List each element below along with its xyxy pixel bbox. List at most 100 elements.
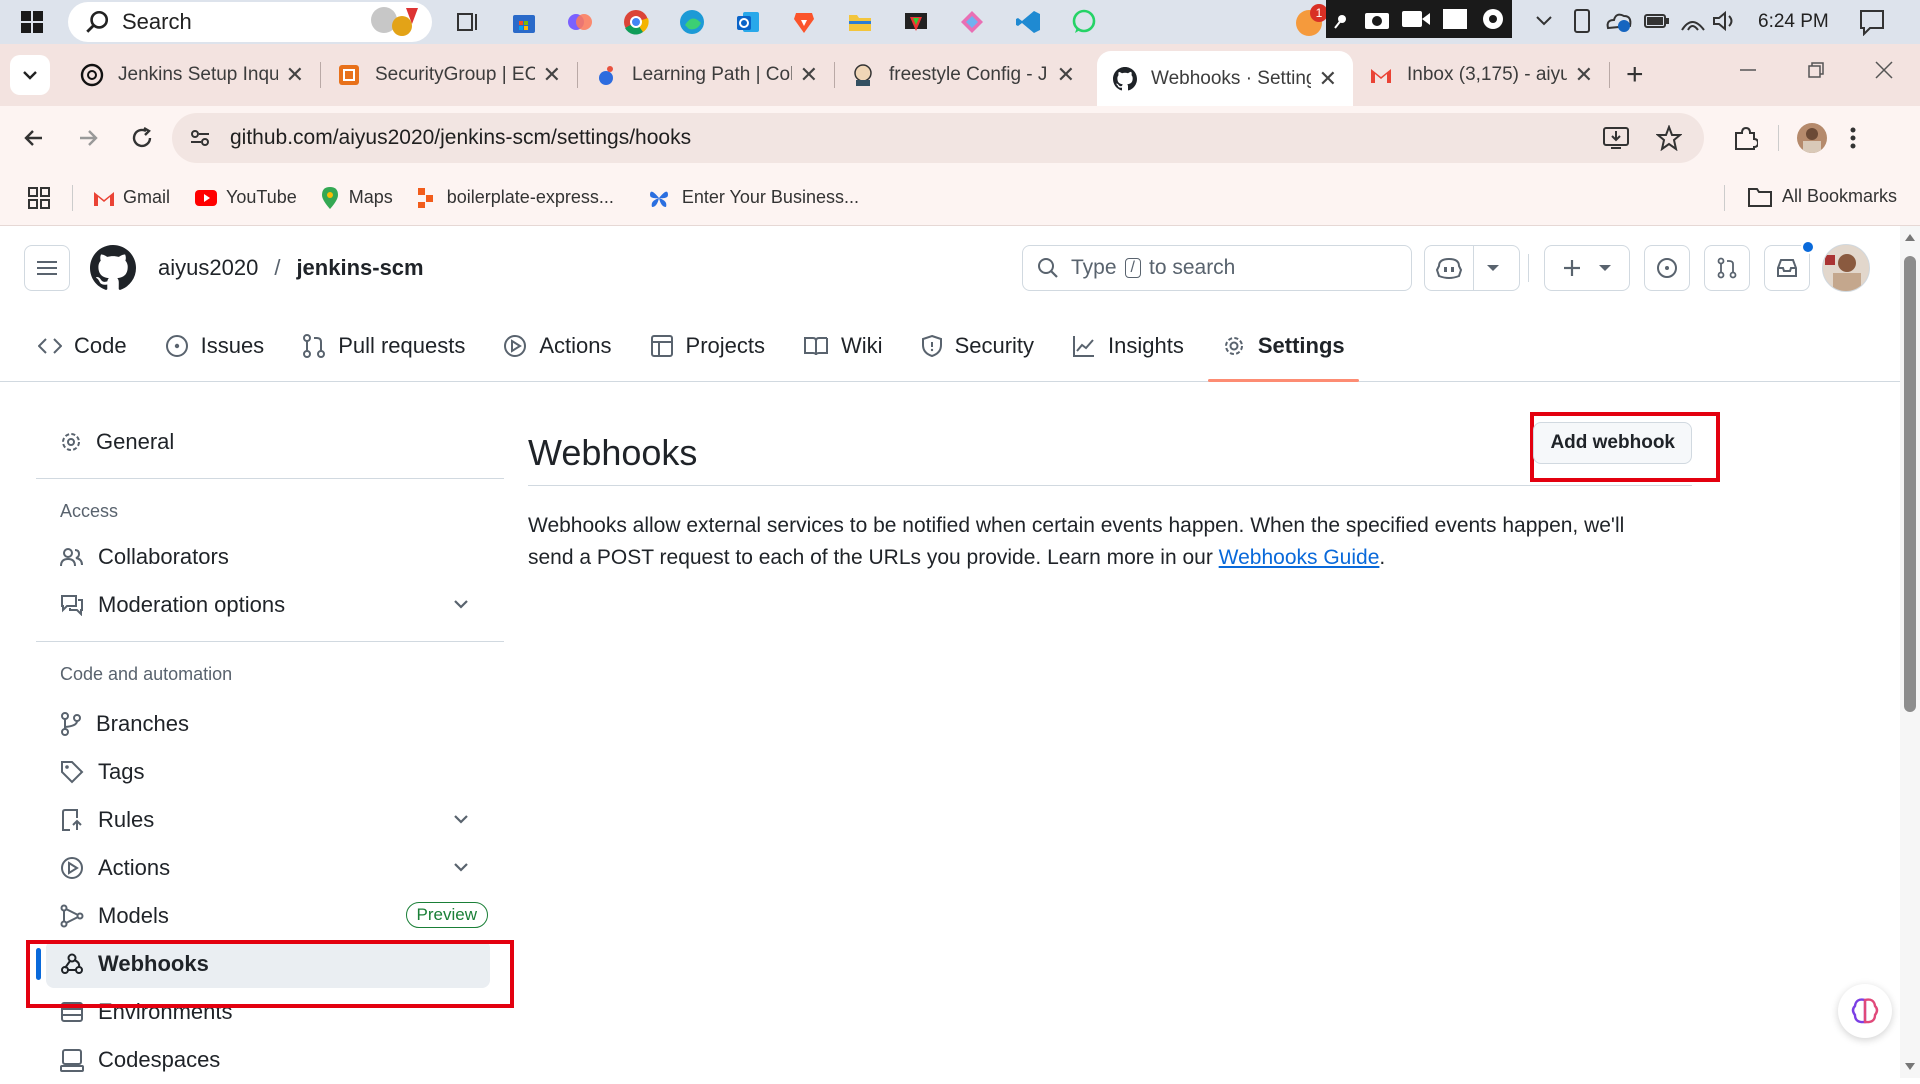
bookmark-youtube[interactable]: YouTube	[194, 187, 297, 208]
page-scrollbar[interactable]	[1900, 226, 1920, 1078]
pull-requests-button[interactable]	[1704, 245, 1750, 291]
copilot-icon[interactable]	[560, 2, 600, 42]
close-icon[interactable]: ✕	[543, 62, 561, 88]
sidebar-item-collaborators[interactable]: Collaborators	[36, 533, 504, 581]
tab-code[interactable]: Code	[24, 310, 141, 382]
sidebar-item-tags[interactable]: Tags	[36, 748, 504, 796]
edge-icon[interactable]	[672, 2, 712, 42]
vscode-icon[interactable]	[1008, 2, 1048, 42]
close-icon[interactable]: ✕	[1057, 62, 1075, 88]
repo-owner-link[interactable]: aiyus2020	[158, 255, 258, 281]
tray-onedrive-icon[interactable]	[1604, 8, 1634, 34]
browser-tab[interactable]: Inbox (3,175) - aiyu ✕	[1353, 51, 1609, 99]
outlook-icon[interactable]	[728, 2, 768, 42]
install-app-icon[interactable]	[1602, 125, 1630, 151]
video-icon[interactable]	[1401, 8, 1431, 30]
browser-tab[interactable]: SecurityGroup | EC ✕	[321, 51, 577, 99]
tray-volume-icon[interactable]	[1712, 10, 1738, 32]
pin-icon[interactable]	[1331, 8, 1353, 30]
profile-avatar[interactable]	[1797, 123, 1827, 153]
scroll-down-arrow-icon[interactable]	[1905, 1063, 1915, 1070]
security-app-icon[interactable]	[896, 2, 936, 42]
whatsapp-icon[interactable]	[1064, 2, 1104, 42]
sidebar-item-general[interactable]: General	[36, 418, 504, 466]
scrollbar-thumb[interactable]	[1904, 256, 1916, 712]
apps-grid-icon[interactable]	[28, 186, 50, 209]
sidebar-item-rules[interactable]: Rules	[36, 796, 504, 844]
extensions-icon[interactable]	[1732, 125, 1758, 151]
all-bookmarks[interactable]: All Bookmarks	[1748, 186, 1897, 207]
chevron-down-icon[interactable]	[452, 595, 470, 613]
tab-security[interactable]: Security	[907, 310, 1048, 382]
browser-menu-icon[interactable]	[1849, 126, 1857, 150]
chrome-icon[interactable]	[616, 2, 656, 42]
store-icon[interactable]	[504, 2, 544, 42]
sidebar-item-models[interactable]: Models Preview	[36, 892, 504, 940]
window-capture-icon[interactable]	[1441, 7, 1469, 31]
tray-battery-icon[interactable]	[1644, 12, 1670, 30]
github-search-input[interactable]: Type / to search	[1022, 245, 1412, 291]
taskbar-clock[interactable]: 6:24 PM	[1758, 11, 1829, 33]
taskbar-search[interactable]: Search	[68, 2, 432, 42]
tool-app-icon[interactable]	[952, 2, 992, 42]
copilot-button[interactable]	[1424, 245, 1520, 291]
sidebar-item-branches[interactable]: Branches	[36, 700, 504, 748]
floating-ai-button[interactable]	[1838, 984, 1892, 1038]
notification-center-icon[interactable]	[1858, 8, 1886, 36]
tab-search-button[interactable]	[10, 55, 50, 95]
tab-wiki[interactable]: Wiki	[789, 310, 897, 382]
inbox-button[interactable]	[1764, 240, 1815, 291]
window-close-icon[interactable]	[1874, 60, 1894, 80]
webhooks-guide-link[interactable]: Webhooks Guide	[1219, 546, 1380, 569]
tab-issues[interactable]: Issues	[151, 310, 279, 382]
file-explorer-icon[interactable]	[840, 2, 880, 42]
site-info-icon[interactable]	[188, 126, 212, 150]
chevron-down-icon[interactable]	[452, 858, 470, 876]
forward-arrow-icon[interactable]	[76, 126, 100, 150]
tab-insights[interactable]: Insights	[1058, 310, 1198, 382]
sidebar-item-moderation[interactable]: Moderation options	[36, 581, 504, 629]
sidebar-item-actions[interactable]: Actions	[36, 844, 504, 892]
brave-icon[interactable]	[784, 2, 824, 42]
close-icon[interactable]: ✕	[286, 62, 304, 88]
add-webhook-button[interactable]: Add webhook	[1533, 421, 1692, 464]
github-logo-icon[interactable]	[90, 245, 136, 291]
tray-app-icon[interactable]: 1	[1292, 4, 1328, 38]
settings-gear-icon[interactable]	[1479, 5, 1507, 33]
task-view-icon[interactable]	[448, 2, 488, 42]
bookmark-business[interactable]: Enter Your Business...	[648, 187, 859, 209]
browser-tab[interactable]: freestyle Config - J ✕	[835, 51, 1091, 99]
tab-actions[interactable]: Actions	[489, 310, 625, 382]
tab-pull-requests[interactable]: Pull requests	[288, 310, 479, 382]
sidebar-item-codespaces[interactable]: Codespaces	[36, 1036, 504, 1084]
tab-projects[interactable]: Projects	[636, 310, 779, 382]
browser-tab[interactable]: Jenkins Setup Inqu ✕	[64, 51, 320, 99]
browser-tab-active[interactable]: Webhooks · Setting ✕	[1097, 51, 1353, 107]
restore-icon[interactable]	[1806, 60, 1826, 80]
tray-overflow-icon[interactable]	[1534, 10, 1554, 30]
close-icon[interactable]: ✕	[800, 62, 818, 88]
hamburger-menu-button[interactable]	[24, 245, 70, 291]
user-avatar[interactable]	[1822, 244, 1870, 292]
minimize-icon[interactable]	[1738, 60, 1758, 80]
close-icon[interactable]: ✕	[1575, 62, 1593, 88]
issues-button[interactable]	[1644, 245, 1690, 291]
reload-icon[interactable]	[130, 126, 154, 150]
bookmark-maps[interactable]: Maps	[321, 186, 393, 210]
tray-phone-link-icon[interactable]	[1572, 8, 1592, 34]
bookmark-boilerplate[interactable]: boilerplate-express...	[417, 187, 614, 209]
tab-settings[interactable]: Settings	[1207, 310, 1359, 382]
camera-icon[interactable]	[1363, 7, 1391, 31]
url-text[interactable]: github.com/aiyus2020/jenkins-scm/setting…	[230, 126, 691, 150]
address-bar[interactable]: github.com/aiyus2020/jenkins-scm/setting…	[172, 113, 1704, 163]
tray-wifi-icon[interactable]	[1680, 10, 1706, 32]
windows-start-icon[interactable]	[12, 2, 52, 42]
bookmark-gmail[interactable]: Gmail	[93, 187, 170, 208]
triangle-down-icon[interactable]	[1486, 263, 1500, 273]
close-icon[interactable]: ✕	[1319, 66, 1337, 92]
scroll-up-arrow-icon[interactable]	[1905, 234, 1915, 241]
bookmark-star-icon[interactable]	[1656, 125, 1682, 151]
chevron-down-icon[interactable]	[452, 810, 470, 828]
back-arrow-icon[interactable]	[22, 126, 46, 150]
repo-name-link[interactable]: jenkins-scm	[296, 255, 423, 281]
